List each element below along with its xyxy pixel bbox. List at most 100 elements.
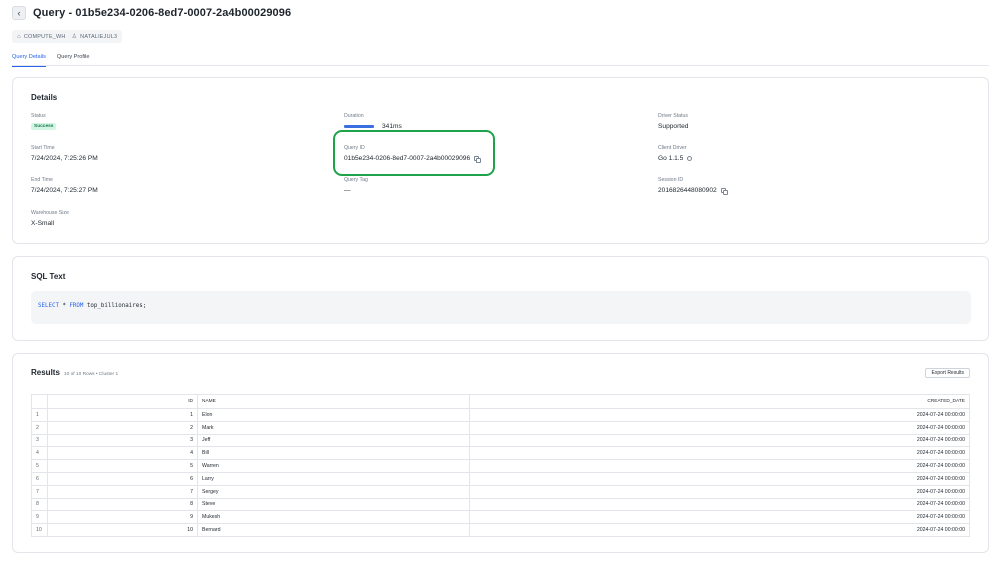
info-icon[interactable] [687, 156, 693, 161]
name-cell: Jeff [197, 433, 470, 448]
created-date-cell: 2024-07-24 00:00:00 [469, 446, 970, 461]
row-number-cell: 7 [31, 484, 48, 499]
query-tag-label: Query Tag [344, 177, 368, 183]
details-card: Details Status Success Duration 341ms Dr… [12, 77, 989, 244]
id-cell: 9 [47, 510, 198, 525]
row-number-cell: 6 [31, 471, 48, 486]
user-icon: ♙ [71, 34, 78, 40]
created-date-cell: 2024-07-24 00:00:00 [469, 471, 970, 486]
results-card: Results 10 of 10 Rows • Cluster 1 Export… [12, 353, 989, 553]
name-cell: Warren [197, 459, 470, 473]
status-label: Status [31, 113, 46, 119]
warehouse-size-value: X-Small [31, 220, 55, 227]
query-meta-chips: ⌂ COMPUTE_WH ♙ NATALIEJUL3 [12, 30, 123, 43]
created-date-cell: 2024-07-24 00:00:00 [469, 408, 970, 422]
row-number-cell: 9 [31, 510, 48, 525]
duration-label: Duration [344, 113, 364, 119]
name-cell: Larry [197, 471, 470, 486]
id-cell: 5 [47, 459, 198, 473]
results-table: ID NAME CREATED_DATE 1 1 Elon 2024-07-24 00… [31, 394, 970, 537]
results-title: Results [31, 368, 60, 377]
table-row[interactable]: 1 1 Elon 2024-07-24 00:00:00 [31, 408, 970, 422]
row-number-cell: 8 [31, 497, 48, 512]
query-tag-value: — [344, 187, 351, 194]
id-cell: 3 [47, 433, 198, 448]
name-cell: Mark [197, 420, 470, 435]
results-header: Results 10 of 10 Rows • Cluster 1 [31, 368, 118, 377]
created-date-cell: 2024-07-24 00:00:00 [469, 420, 970, 435]
warehouse-icon: ⌂ [17, 33, 21, 40]
client-driver-label: Client Driver [658, 145, 687, 151]
id-cell: 4 [47, 446, 198, 461]
user-chip: ♙ NATALIEJUL3 [71, 33, 118, 41]
sql-keyword-from: FROM [69, 303, 84, 309]
start-time-label: Start Time [31, 145, 55, 151]
client-driver-value: Go 1.1.5 [658, 155, 684, 162]
sql-rest: top_billionaires; [83, 303, 147, 309]
end-time-field: End Time 7/24/2024, 7:25:27 PM [31, 177, 98, 194]
tab-query-details[interactable]: Query Details [12, 52, 46, 67]
export-results-button[interactable]: Export Results [925, 368, 970, 378]
results-subtitle: 10 of 10 Rows • Cluster 1 [63, 372, 119, 377]
name-cell: Sergey [197, 484, 470, 499]
warehouse-chip: ⌂ COMPUTE_WH [17, 34, 66, 40]
created-date-cell: 2024-07-24 00:00:00 [469, 523, 970, 537]
name-cell: Elon [197, 408, 470, 422]
warehouse-size-field: Warehouse Size X-Small [31, 210, 69, 227]
chevron-left-icon: ‹ [17, 8, 21, 18]
row-number-cell: 1 [31, 408, 48, 422]
row-number-cell: 10 [31, 523, 48, 537]
table-row[interactable]: 2 2 Mark 2024-07-24 00:00:00 [31, 420, 970, 435]
start-time-field: Start Time 7/24/2024, 7:25:26 PM [31, 145, 98, 162]
page-title: Query - 01b5e234-0206-8ed7-0007-2a4b0002… [33, 7, 292, 19]
table-row[interactable]: 5 5 Warren 2024-07-24 00:00:00 [31, 459, 970, 473]
sql-keyword-select: SELECT [38, 303, 59, 309]
row-number-cell: 4 [31, 446, 48, 461]
back-button[interactable]: ‹ [12, 6, 26, 20]
table-row[interactable]: 8 8 Steve 2024-07-24 00:00:00 [31, 497, 970, 512]
column-header-id[interactable]: ID [47, 394, 198, 409]
driver-status-value: Supported [658, 123, 689, 130]
sql-code-block[interactable]: SELECT * FROM top_billionaires; [31, 291, 971, 324]
created-date-cell: 2024-07-24 00:00:00 [469, 459, 970, 473]
id-cell: 10 [47, 523, 198, 537]
duration-value: 341ms [382, 123, 402, 130]
table-row[interactable]: 10 10 Bernard 2024-07-24 00:00:00 [31, 523, 970, 537]
name-cell: Mukesh [197, 510, 470, 525]
table-row[interactable]: 7 7 Sergey 2024-07-24 00:00:00 [31, 484, 970, 499]
status-field: Status Success [31, 113, 57, 130]
duration-bar [344, 125, 374, 128]
warehouse-chip-label: COMPUTE_WH [23, 33, 66, 40]
row-number-cell: 5 [31, 459, 48, 473]
query-id-highlight [333, 130, 495, 176]
duration-bar-fill [344, 125, 374, 128]
table-row[interactable]: 9 9 Mukesh 2024-07-24 00:00:00 [31, 510, 970, 525]
driver-status-field: Driver Status Supported [658, 113, 688, 130]
copy-icon[interactable] [720, 188, 728, 195]
created-date-cell: 2024-07-24 00:00:00 [469, 510, 970, 525]
details-title: Details [31, 93, 58, 102]
session-id-field: Session ID 2016826448080902 [658, 177, 728, 195]
query-tag-field: Query Tag — [344, 177, 368, 194]
table-row[interactable]: 4 4 Bill 2024-07-24 00:00:00 [31, 446, 970, 461]
table-row[interactable]: 3 3 Jeff 2024-07-24 00:00:00 [31, 433, 970, 448]
column-header-name[interactable]: NAME [197, 394, 470, 409]
id-cell: 7 [47, 484, 198, 499]
created-date-cell: 2024-07-24 00:00:00 [469, 497, 970, 512]
created-date-cell: 2024-07-24 00:00:00 [469, 484, 970, 499]
sql-star: * [58, 303, 70, 309]
tab-query-profile[interactable]: Query Profile [57, 52, 90, 66]
row-number-cell: 3 [31, 433, 48, 448]
name-cell: Bernard [197, 523, 470, 537]
start-time-value: 7/24/2024, 7:25:26 PM [31, 155, 98, 162]
table-row[interactable]: 6 6 Larry 2024-07-24 00:00:00 [31, 471, 970, 486]
name-cell: Steve [197, 497, 470, 512]
id-cell: 8 [47, 497, 198, 512]
created-date-cell: 2024-07-24 00:00:00 [469, 433, 970, 448]
column-header-created-date[interactable]: CREATED_DATE [469, 394, 970, 409]
status-badge: Success [31, 123, 57, 130]
row-number-cell: 2 [31, 420, 48, 435]
id-cell: 1 [47, 408, 198, 422]
page-header: ‹ Query - 01b5e234-0206-8ed7-0007-2a4b00… [12, 5, 291, 21]
user-chip-label: NATALIEJUL3 [80, 33, 118, 40]
